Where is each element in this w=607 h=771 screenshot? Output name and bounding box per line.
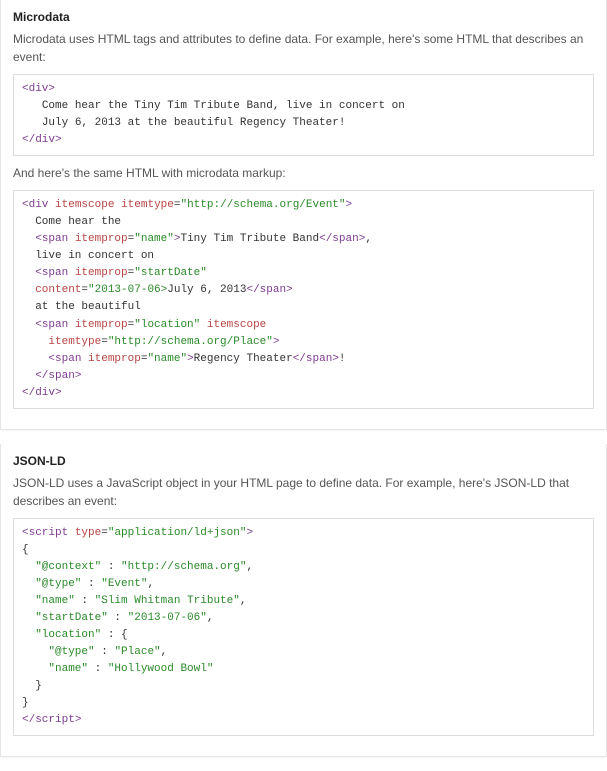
code-microdata-html: <div itemscope itemtype="http://schema.o… xyxy=(13,190,594,409)
jsonld-heading: JSON-LD xyxy=(13,454,594,468)
microdata-card: Microdata Microdata uses HTML tags and a… xyxy=(0,0,607,430)
code-jsonld: <script type="application/ld+json"> { "@… xyxy=(13,518,594,737)
microdata-heading: Microdata xyxy=(13,10,594,24)
jsonld-intro: JSON-LD uses a JavaScript object in your… xyxy=(13,474,594,510)
microdata-bridge: And here's the same HTML with microdata … xyxy=(13,164,594,182)
jsonld-card: JSON-LD JSON-LD uses a JavaScript object… xyxy=(0,444,607,758)
microdata-intro: Microdata uses HTML tags and attributes … xyxy=(13,30,594,66)
code-plain-html: <div> Come hear the Tiny Tim Tribute Ban… xyxy=(13,74,594,156)
